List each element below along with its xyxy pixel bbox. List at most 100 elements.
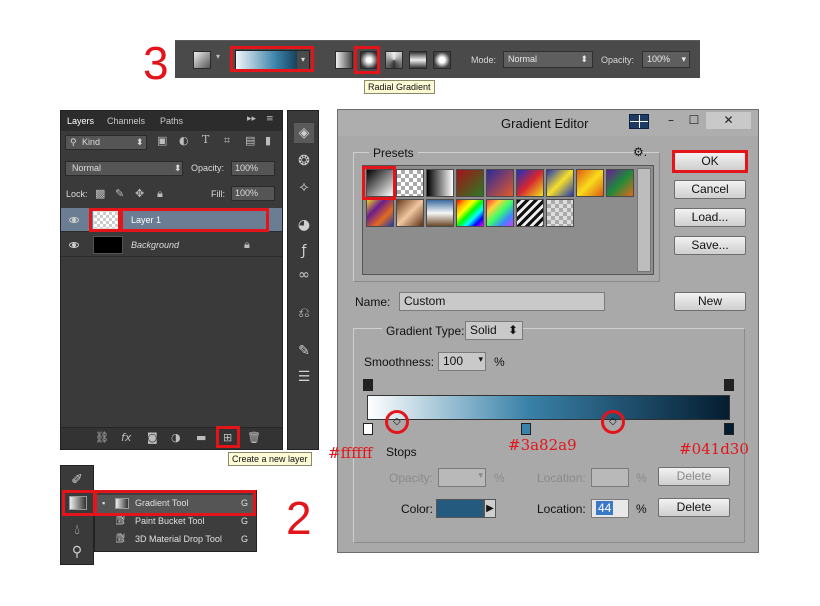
tab-paths[interactable]: Paths: [160, 116, 183, 126]
color-stop-right[interactable]: [724, 423, 734, 435]
stop-opacity-field[interactable]: ▾: [438, 468, 486, 487]
layer-opacity-field[interactable]: 100%: [231, 161, 275, 176]
ok-button[interactable]: OK: [674, 152, 746, 171]
chevron-down-icon[interactable]: ▾: [478, 354, 483, 365]
reflected-gradient-icon[interactable]: [409, 51, 427, 69]
color-location-field[interactable]: 44: [591, 499, 629, 518]
lock-transparent-icon[interactable]: ▩: [95, 187, 105, 200]
preset-chrome[interactable]: [426, 199, 454, 227]
blend-mode-select[interactable]: Normal ⬍: [65, 161, 183, 176]
opacity-location-field[interactable]: [591, 468, 629, 487]
chevron-down-icon[interactable]: ▾: [478, 470, 483, 481]
lock-all-icon[interactable]: 🔒︎: [157, 187, 163, 201]
presets-gear-icon[interactable]: ⚙.: [633, 145, 647, 159]
preset-orange-yellow-orange[interactable]: [576, 169, 604, 197]
lock-image-icon[interactable]: ✎: [115, 187, 124, 200]
load-button[interactable]: Load...: [674, 208, 746, 227]
brushes-panel-icon[interactable]: ✎: [294, 341, 314, 361]
preset-violet-orange[interactable]: [486, 169, 514, 197]
dodge-tool-icon[interactable]: ⚲: [67, 542, 87, 562]
midpoint-diamond-right-icon[interactable]: ◇: [609, 416, 617, 427]
fill-field[interactable]: 100%: [231, 186, 275, 201]
flyout-item-3d-material[interactable]: ⛽︎ 3D Material Drop Tool G: [95, 531, 256, 549]
linear-gradient-icon[interactable]: [335, 51, 353, 69]
visibility-eye-icon[interactable]: [69, 217, 79, 223]
cancel-button[interactable]: Cancel: [674, 180, 746, 199]
gradient-type-select[interactable]: Solid ⬍: [465, 321, 523, 340]
add-mask-icon[interactable]: ◙: [147, 431, 158, 444]
channels-panel-icon[interactable]: ❂: [294, 151, 314, 171]
preset-red-green[interactable]: [456, 169, 484, 197]
angle-gradient-icon[interactable]: [385, 51, 403, 69]
filter-shape-icon[interactable]: ⌗: [224, 134, 230, 148]
link-layers-icon[interactable]: ⛓: [95, 431, 109, 444]
delete-opacity-stop-button[interactable]: Delete: [658, 467, 730, 486]
preset-transparent-stripes[interactable]: [516, 199, 544, 227]
flyout-item-paint-bucket[interactable]: ⛽︎ Paint Bucket Tool G: [95, 513, 256, 531]
paths-panel-icon[interactable]: ⟡: [294, 177, 314, 197]
properties-panel-icon[interactable]: ☰: [294, 367, 314, 387]
kind-filter[interactable]: ⚲ Kind ⬍: [65, 135, 147, 150]
opacity-stop-right[interactable]: [724, 379, 734, 391]
preset-blue-yellow-blue[interactable]: [546, 169, 574, 197]
styles-panel-icon[interactable]: ƒ: [294, 241, 314, 261]
preset-transparent-rainbow[interactable]: [486, 199, 514, 227]
adjustment-layer-icon[interactable]: ◑: [171, 431, 181, 444]
chevron-down-icon[interactable]: ▾: [216, 52, 220, 61]
diamond-gradient-icon[interactable]: [433, 51, 451, 69]
layer-row-background[interactable]: Background 🔒︎: [61, 233, 282, 257]
color-stop-left[interactable]: [363, 423, 373, 435]
name-field[interactable]: Custom: [399, 292, 605, 311]
opacity-field[interactable]: 100% ▾: [642, 51, 690, 68]
close-icon[interactable]: ✕: [706, 112, 751, 129]
trash-icon[interactable]: 🗑︎: [247, 431, 261, 444]
filter-adjustment-icon[interactable]: ◐: [179, 134, 189, 147]
adjustments-panel-icon[interactable]: ◕: [294, 215, 314, 235]
layers-panel-icon[interactable]: ◈: [294, 123, 314, 143]
preset-blue-red-yellow[interactable]: [516, 169, 544, 197]
fx-icon[interactable]: fx: [121, 431, 131, 444]
visibility-eye-icon[interactable]: [69, 242, 79, 248]
eraser-tool-icon[interactable]: ✐: [67, 470, 87, 490]
lock-position-icon[interactable]: ✥: [135, 187, 144, 200]
gradient-picker[interactable]: ▾: [235, 50, 310, 70]
color-stop-mid[interactable]: [521, 423, 531, 435]
stop-color-swatch[interactable]: [436, 499, 484, 518]
gradient-bar[interactable]: [367, 395, 730, 420]
libraries-panel-icon[interactable]: ∞: [294, 265, 314, 285]
filter-smart-icon[interactable]: ▤: [245, 134, 255, 147]
preset-copper[interactable]: [396, 199, 424, 227]
chevron-down-icon[interactable]: ▾: [681, 54, 686, 65]
panel-menu-icon[interactable]: ≡: [266, 114, 274, 124]
filter-pixel-icon[interactable]: ▣: [157, 134, 167, 147]
midpoint-diamond-left-icon[interactable]: ◇: [393, 416, 401, 427]
save-button[interactable]: Save...: [674, 236, 746, 255]
opacity-stop-left[interactable]: [363, 379, 373, 391]
gradient-tool-icon[interactable]: [69, 496, 87, 510]
mode-select[interactable]: Normal ⬍: [503, 51, 593, 68]
tab-layers[interactable]: Layers: [67, 116, 94, 126]
filter-type-icon[interactable]: T: [202, 133, 209, 146]
preset-fg-transparent[interactable]: [396, 169, 424, 197]
tab-channels[interactable]: Channels: [107, 116, 145, 126]
tool-preset-icon[interactable]: [193, 51, 211, 69]
delete-color-stop-button[interactable]: Delete: [658, 498, 730, 517]
preset-yellow-violet-orange-blue[interactable]: [366, 199, 394, 227]
history-panel-icon[interactable]: ⎌: [294, 303, 314, 323]
layer-row-layer1[interactable]: Layer 1: [61, 208, 282, 232]
gradient-picker-chevron-icon[interactable]: ▾: [297, 51, 309, 69]
collapse-icon[interactable]: ▸▸: [247, 114, 256, 124]
preset-violet-green-orange[interactable]: [606, 169, 634, 197]
preset-black-white[interactable]: [426, 169, 454, 197]
preset-spectrum[interactable]: [456, 199, 484, 227]
new-button[interactable]: New: [674, 292, 746, 311]
color-arrow-icon[interactable]: ▶: [484, 499, 496, 518]
blur-tool-icon[interactable]: 💧︎: [67, 520, 87, 540]
flyout-item-gradient[interactable]: ▪ Gradient Tool G: [95, 495, 256, 513]
radial-gradient-icon[interactable]: [360, 51, 378, 69]
preset-neutral-density[interactable]: [546, 199, 574, 227]
smoothness-field[interactable]: 100 ▾: [438, 352, 486, 371]
minimize-icon[interactable]: –: [660, 112, 682, 129]
group-folder-icon[interactable]: ▬: [196, 431, 206, 444]
maximize-icon[interactable]: ☐: [683, 112, 705, 129]
